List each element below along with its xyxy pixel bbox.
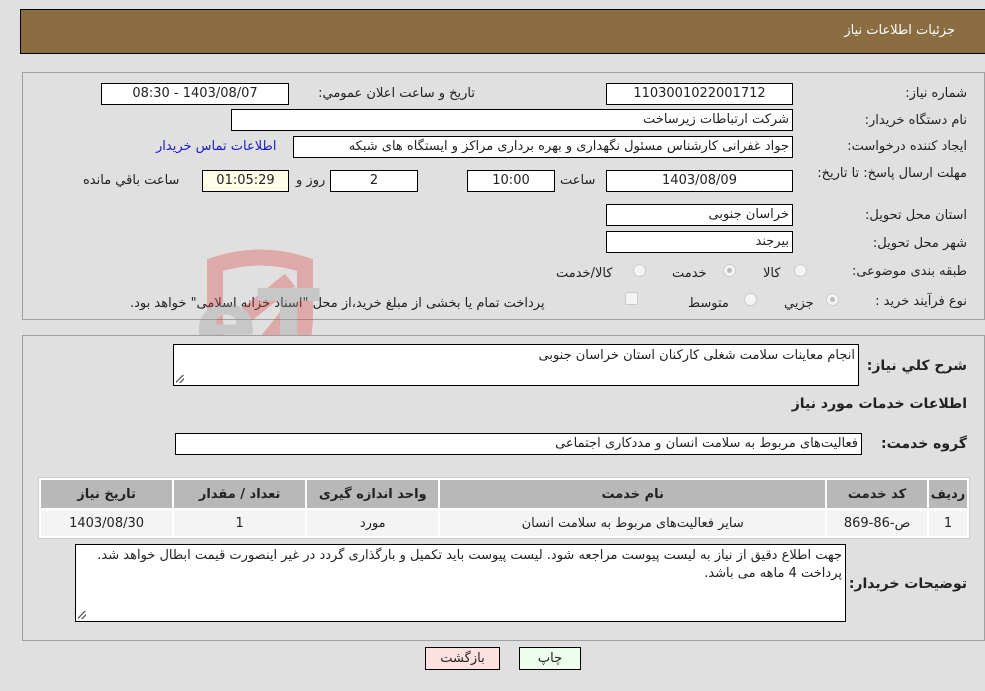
resize-handle-icon[interactable] [78, 611, 86, 619]
resize-handle-icon[interactable] [176, 375, 184, 383]
process-label: نوع فرآیند خرید : [875, 294, 967, 309]
buyer-contact-link[interactable]: اطلاعات تماس خریدار [156, 139, 276, 154]
category-option-goods-service: کالا/خدمت [556, 266, 613, 281]
province-field[interactable]: خراسان جنوبی [606, 204, 793, 226]
need-number-label: شماره نیاز: [905, 86, 967, 101]
cell-quantity: 1 [174, 510, 306, 536]
buyer-org-field[interactable]: شرکت ارتباطات زیرساخت [231, 109, 793, 131]
buyer-notes-label: توضیحات خریدار: [848, 576, 967, 592]
city-label: شهر محل تحویل: [872, 236, 967, 251]
creator-field[interactable]: جواد غفرانی کارشناس مسئول نگهداری و بهره… [293, 136, 793, 158]
cell-row-number: 1 [929, 510, 967, 536]
days-label: روز و [296, 173, 326, 188]
remaining-time-field[interactable]: 01:05:29 [202, 170, 289, 192]
table-row: 1 ص-86-869 سایر فعالیت‌های مربوط به سلام… [41, 510, 967, 536]
description-textarea[interactable]: انجام معاینات سلامت شغلی کارکنان استان خ… [173, 344, 859, 386]
col-header-unit: واحد اندازه گیری [307, 480, 439, 508]
category-radio-goods-service[interactable] [633, 264, 646, 277]
process-option-minor: جزيي [784, 296, 814, 311]
deadline-label: مهلت ارسال پاسخ: تا تاریخ: [817, 166, 967, 181]
print-button[interactable]: چاپ [519, 647, 581, 670]
cell-service-code: ص-86-869 [827, 510, 927, 536]
back-button[interactable]: بازگشت [425, 647, 500, 670]
category-radio-service[interactable] [723, 264, 736, 277]
cell-unit: مورد [307, 510, 439, 536]
service-group-label: گروه خدمت: [881, 436, 967, 452]
table-header-row: ردیف کد خدمت نام خدمت واحد اندازه گیری ت… [41, 480, 967, 508]
col-header-service-code: کد خدمت [827, 480, 927, 508]
days-remaining-field[interactable]: 2 [330, 170, 418, 192]
process-radio-minor[interactable] [826, 293, 839, 306]
col-header-quantity: تعداد / مقدار [174, 480, 306, 508]
services-heading: اطلاعات خدمات مورد نیاز [791, 396, 967, 412]
deadline-time-label: ساعت [560, 173, 596, 188]
service-group-field[interactable]: فعالیت‌های مربوط به سلامت انسان و مددکار… [175, 433, 862, 455]
process-option-medium: متوسط [688, 296, 729, 311]
creator-label: ایجاد کننده درخواست: [847, 139, 967, 154]
announce-datetime-field[interactable]: 1403/08/07 - 08:30 [101, 83, 289, 105]
cell-service-name: سایر فعالیت‌های مربوط به سلامت انسان [440, 510, 826, 536]
buyer-org-label: نام دستگاه خریدار: [864, 113, 967, 128]
deadline-time-field[interactable]: 10:00 [467, 170, 555, 192]
page-header: جزئیات اطلاعات نیاز [20, 9, 985, 54]
description-label: شرح کلي نیاز: [866, 358, 967, 374]
description-text: انجام معاینات سلامت شغلی کارکنان استان خ… [538, 348, 855, 363]
province-label: استان محل تحویل: [865, 208, 967, 223]
cell-need-date: 1403/08/30 [41, 510, 173, 536]
need-number-field[interactable]: 1103001022001712 [606, 83, 793, 105]
process-radio-medium[interactable] [744, 293, 757, 306]
buyer-notes-textarea[interactable]: جهت اطلاع دقیق از نیاز به لیست پیوست مرا… [75, 544, 846, 622]
treasury-note: پرداخت تمام یا بخشی از مبلغ خرید،از محل … [130, 296, 545, 311]
col-header-need-date: تاریخ نیاز [41, 480, 173, 508]
announce-label: تاریخ و ساعت اعلان عمومي: [318, 86, 475, 101]
category-option-goods: کالا [763, 266, 781, 281]
page-title: جزئیات اطلاعات نیاز [844, 23, 955, 38]
remaining-time-label: ساعت باقي مانده [83, 173, 180, 188]
services-table: ردیف کد خدمت نام خدمت واحد اندازه گیری ت… [38, 477, 970, 539]
col-header-row-number: ردیف [929, 480, 967, 508]
treasury-checkbox[interactable] [625, 292, 638, 305]
category-label: طبقه بندی موضوعی: [851, 264, 967, 279]
category-option-service: خدمت [672, 266, 707, 281]
deadline-date-field[interactable]: 1403/08/09 [606, 170, 793, 192]
col-header-service-name: نام خدمت [440, 480, 826, 508]
buyer-notes-text: جهت اطلاع دقیق از نیاز به لیست پیوست مرا… [97, 548, 842, 581]
city-field[interactable]: بیرجند [606, 231, 793, 253]
category-radio-goods[interactable] [794, 264, 807, 277]
